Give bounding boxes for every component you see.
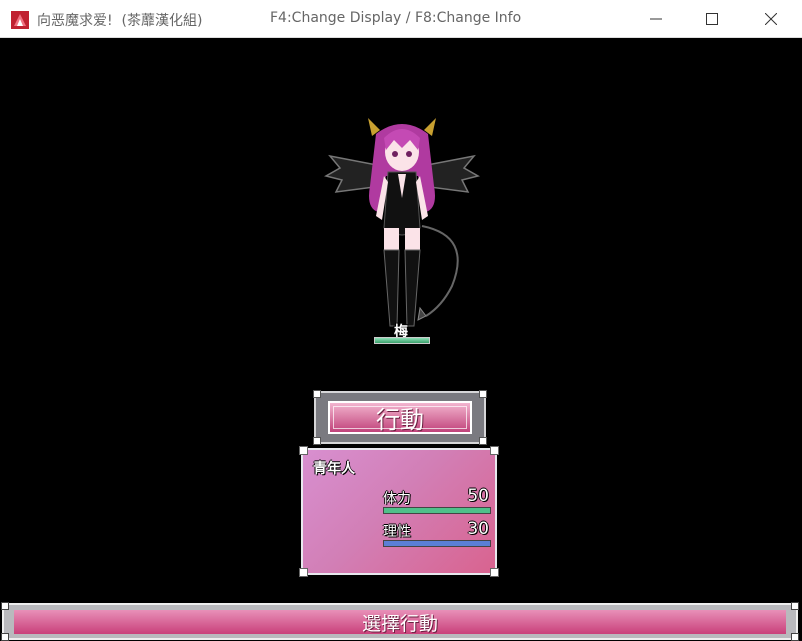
frame-corner xyxy=(313,390,321,398)
stamina-gauge-fill xyxy=(384,508,490,513)
stamina-value: 50 xyxy=(467,486,489,506)
close-icon xyxy=(765,13,777,25)
help-bar: 選擇行動 xyxy=(14,610,786,635)
stamina-gauge xyxy=(383,507,491,514)
help-text: 選擇行動 xyxy=(361,612,438,635)
sanity-value: 30 xyxy=(467,519,489,539)
sanity-gauge xyxy=(383,540,491,547)
status-window: 青年人 体力 50 理性 30 xyxy=(299,446,499,577)
maximize-icon xyxy=(706,13,718,25)
title-bar: 向恶魔求爱! (茶蘼漢化組) F4:Change Display / F8:Ch… xyxy=(0,0,802,38)
sanity-label: 理性 xyxy=(383,524,411,540)
frame-corner xyxy=(479,437,487,445)
action-command-button[interactable]: 行動 xyxy=(328,401,472,434)
frame-corner xyxy=(313,437,321,445)
frame-corner xyxy=(299,446,308,455)
frame-corner xyxy=(299,568,308,577)
minimize-icon xyxy=(650,18,662,20)
command-highlight xyxy=(333,406,467,429)
minimize-button[interactable] xyxy=(628,0,684,38)
frame-corner xyxy=(479,390,487,398)
frame-corner xyxy=(490,446,499,455)
frame-corner xyxy=(1,602,9,610)
maximize-button[interactable] xyxy=(684,0,740,38)
close-button[interactable] xyxy=(743,0,799,38)
enemy-hp-fill xyxy=(375,338,429,343)
key-hint: F4:Change Display / F8:Change Info xyxy=(270,10,522,26)
command-window: 行動 xyxy=(313,390,487,445)
help-window: 選擇行動 xyxy=(1,602,799,641)
frame-corner xyxy=(490,568,499,577)
window-title: 向恶魔求爱! (茶蘼漢化組) xyxy=(37,13,203,29)
enemy-hp-gauge xyxy=(374,337,430,344)
stamina-label: 体力 xyxy=(383,491,411,507)
status-title: 青年人 xyxy=(313,461,355,477)
frame-corner xyxy=(791,602,799,610)
game-app-icon xyxy=(11,11,29,29)
sanity-gauge-fill xyxy=(384,541,490,546)
game-screen: 梅 行動 青年人 体力 50 理性 30 選擇行動 xyxy=(0,38,802,641)
